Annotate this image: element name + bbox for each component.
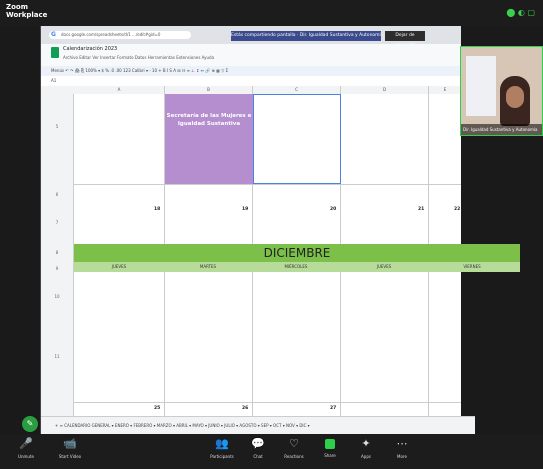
sheet-tab-list[interactable]: + ≡ CALENDARIO GENERAL ▾ ENERO ▾ FEBRERO…: [55, 423, 310, 428]
browser-url-bar: docs.google.com/spreadsheets/d/1 .../edi…: [41, 26, 461, 48]
grid-line: [74, 184, 461, 185]
zoom-title-line1: Zoom: [6, 3, 28, 11]
row-number[interactable]: 8: [41, 250, 73, 255]
row-number[interactable]: 6: [41, 192, 73, 197]
row-number[interactable]: 5: [41, 124, 73, 129]
weekday-name: JUEVES: [111, 264, 127, 269]
row-number[interactable]: 10: [41, 294, 73, 299]
start-video-button[interactable]: 📹 Start Video: [44, 434, 96, 469]
sheets-logo-icon[interactable]: [51, 47, 59, 58]
video-label: Start Video: [58, 454, 82, 459]
more-icon: ⋯: [396, 437, 408, 450]
weekday-name: MARTES: [199, 264, 217, 269]
weekday-name: JUEVES: [376, 264, 392, 269]
formatting-toolbar[interactable]: Menús ↶ ↷ 🖨 ⎘ 100% ▾ $ % .0 .00 123 Cali…: [41, 66, 471, 76]
doc-menu-bar[interactable]: Archivo Editar Ver Insertar Formato Dato…: [63, 55, 214, 60]
day-number: 20: [330, 207, 337, 212]
row-number[interactable]: 9: [41, 266, 73, 271]
month-header[interactable]: DICIEMBRE: [74, 244, 520, 262]
selected-cell[interactable]: [253, 94, 341, 184]
zoom-title: Zoom Workplace: [6, 3, 47, 19]
zoom-title-line2: Workplace: [6, 11, 48, 19]
row-number[interactable]: 7: [41, 220, 73, 225]
row-number[interactable]: 11: [41, 354, 73, 359]
sheet-tabs[interactable]: + ≡ CALENDARIO GENERAL ▾ ENERO ▾ FEBRERO…: [41, 416, 475, 435]
zoom-status-icons[interactable]: ⬤ ◐ ▢: [506, 8, 535, 17]
day-number: 19: [242, 207, 249, 212]
screen-share-banner: Estás compartiendo pantalla · Dir. Igual…: [231, 31, 381, 41]
highlighted-cell[interactable]: Secretaría de las Mujeres e Igualdad Sus…: [165, 94, 253, 184]
day-number: 22: [454, 207, 461, 212]
video-icon: 📹: [63, 437, 77, 450]
col-header-a[interactable]: A: [74, 86, 165, 94]
stop-share-button[interactable]: Dejar de compartir: [385, 31, 425, 48]
row-headers: 5 6 7 8 9 10 11: [41, 94, 74, 416]
grid-line: [74, 402, 461, 403]
doc-header: Calendarización 2023 Archivo Editar Ver …: [41, 44, 461, 67]
day-number: 26: [242, 406, 249, 411]
day-number: 27: [330, 406, 337, 411]
weekday-name: MIÉRCOLES: [284, 264, 308, 269]
month-title: DICIEMBRE: [263, 246, 331, 260]
day-number: 25: [154, 406, 161, 411]
col-header-c[interactable]: C: [253, 86, 341, 94]
col-header-d[interactable]: D: [341, 86, 429, 94]
more-label: More: [397, 454, 407, 459]
shared-browser-window: docs.google.com/spreadsheets/d/1 .../edi…: [40, 26, 475, 435]
name-box[interactable]: A1: [51, 78, 56, 83]
weekday-header-row[interactable]: JUEVES MARTES MIÉRCOLES JUEVES VIERNES: [74, 262, 520, 272]
weekday-name: VIERNES: [463, 264, 481, 269]
address-field[interactable]: docs.google.com/spreadsheets/d/1 .../edi…: [49, 31, 191, 39]
active-speaker-border: [460, 46, 543, 136]
google-icon: G: [51, 31, 56, 38]
zoom-control-bar: 🎤 Unmute 📹 Start Video 👥 Participants 💬 …: [0, 434, 543, 469]
secretaria-label: Secretaría de las Mujeres e Igualdad Sus…: [166, 113, 252, 127]
whiteboard-icon[interactable]: ✎: [22, 416, 38, 432]
day-number: 18: [154, 207, 161, 212]
col-header-e[interactable]: E: [429, 86, 461, 94]
col-header-b[interactable]: B: [165, 86, 253, 94]
day-number: 21: [418, 207, 425, 212]
zoom-title-bar: Zoom Workplace ⬤ ◐ ▢: [0, 0, 543, 26]
more-button[interactable]: ⋯ More: [376, 434, 428, 469]
doc-title[interactable]: Calendarización 2023: [63, 46, 117, 52]
share-screen-icon: [325, 439, 335, 449]
